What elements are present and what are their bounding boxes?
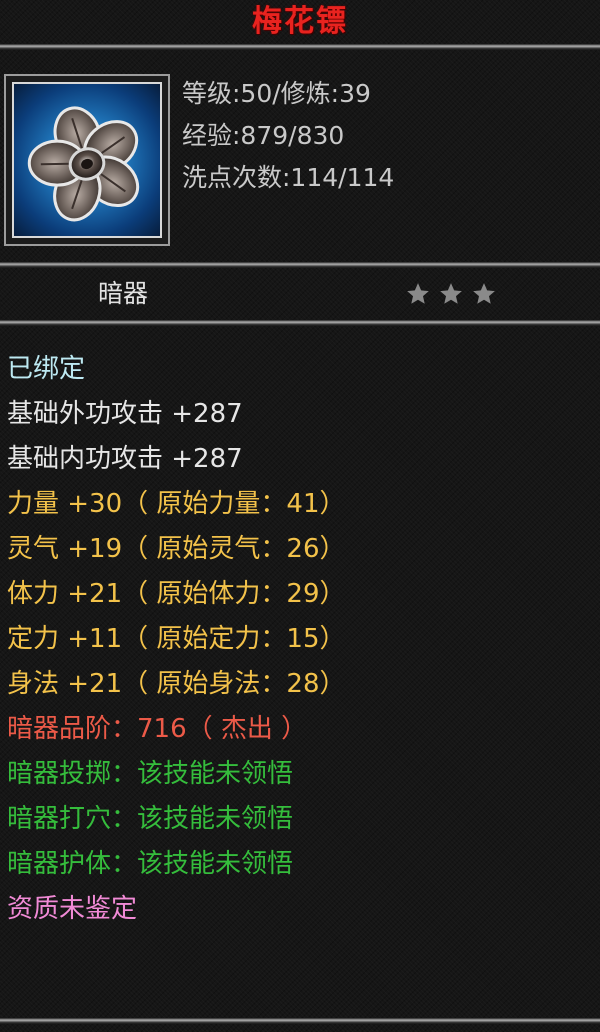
attr-strength: 力量 +30（ 原始力量：41） — [7, 489, 346, 519]
weapon-grade: 暗器品阶：716（ 杰出 ） — [7, 714, 308, 744]
plum-blossom-dart-icon — [12, 82, 162, 238]
skill-guard: 暗器护体：该技能未领悟 — [7, 849, 294, 879]
divider-top — [0, 44, 600, 50]
attr-agility: 身法 +21（ 原始身法：28） — [7, 669, 346, 699]
divider-mid — [0, 262, 600, 268]
item-title-bar: 梅花镖 — [0, 0, 600, 44]
item-icon-frame[interactable] — [4, 74, 170, 246]
item-title: 梅花镖 — [252, 4, 348, 39]
attr-focus: 定力 +11（ 原始定力：15） — [7, 624, 346, 654]
star-icon — [473, 283, 495, 304]
reset-count-line: 洗点次数:114/114 — [182, 163, 395, 192]
attr-external-attack: 基础外功攻击 +287 — [7, 399, 243, 429]
skill-throw: 暗器投掷：该技能未领悟 — [7, 759, 294, 789]
attr-internal-attack: 基础内功攻击 +287 — [7, 444, 243, 474]
exp-line: 经验:879/830 — [182, 121, 345, 150]
level-line: 等级:50/修炼:39 — [182, 79, 371, 108]
attr-constitution: 体力 +21（ 原始体力：29） — [7, 579, 346, 609]
item-tooltip: 梅花镖 等级:50/修炼:39 经验:879/830 洗点次数:114/114 … — [0, 0, 600, 1032]
divider-attrs — [0, 320, 600, 326]
star-icon — [407, 283, 429, 304]
skill-acupoint: 暗器打穴：该技能未领悟 — [7, 804, 294, 834]
aptitude-status: 资质未鉴定 — [7, 894, 138, 924]
item-category: 暗器 — [98, 279, 149, 308]
attr-spirit: 灵气 +19（ 原始灵气：26） — [7, 534, 346, 564]
star-icon — [440, 283, 462, 304]
star-shape — [473, 283, 495, 304]
star-shape — [440, 283, 462, 304]
bound-status: 已绑定 — [7, 354, 86, 384]
divider-bottom — [0, 1018, 600, 1024]
star-shape — [407, 283, 429, 304]
star-rating — [405, 281, 497, 309]
